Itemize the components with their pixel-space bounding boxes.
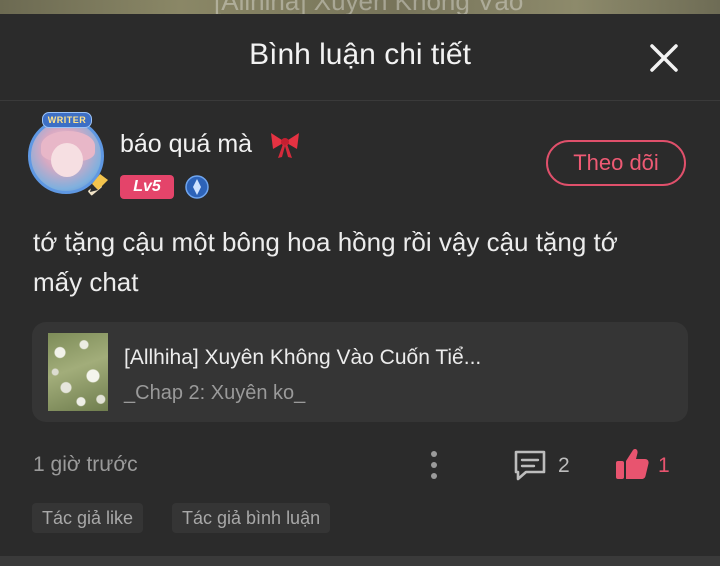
story-title: [Allhiha] Xuyên Không Vào Cuốn Tiể... [124,346,482,369]
level-badge: Lv5 [120,175,174,199]
page-title: Bình luận chi tiết [249,38,471,71]
follow-button[interactable]: Theo dõi [546,140,686,186]
comment-text: tớ tặng cậu một bông hoa hồng rồi vậy cậ… [33,227,618,297]
bow-icon [271,133,299,158]
close-button[interactable] [644,38,684,78]
background-story-title: [Allhiha] Xuyên Không Vào [214,0,523,14]
like-count: 1 [658,454,670,477]
close-icon [650,44,678,72]
sheet-header: Bình luận chi tiết [0,14,720,101]
background-content-strip: [Allhiha] Xuyên Không Vào [0,0,720,14]
bottom-divider [0,556,720,566]
reply-button[interactable]: 2 [512,448,574,482]
author-replied-tag: Tác giả bình luận [172,503,331,533]
more-options-button[interactable] [422,448,446,482]
reply-count: 2 [558,454,570,477]
comment-timestamp: 1 giờ trước [33,453,138,476]
author-liked-tag: Tác giả like [32,503,144,533]
like-button[interactable]: 1 [614,446,674,482]
more-vertical-icon [431,451,437,479]
story-thumbnail [48,333,108,411]
avatar-frame-badge: WRITER [42,112,92,128]
thumbs-up-icon [616,449,649,479]
chapter-name: _Chap 2: Xuyên ko_ [124,382,306,404]
comment-icon [514,450,546,481]
username[interactable]: báo quá mà [120,130,252,159]
avatar[interactable]: WRITER [24,112,110,198]
chapter-card[interactable]: [Allhiha] Xuyên Không Vào Cuốn Tiể... _C… [32,322,688,422]
pencil-icon [88,174,108,196]
rank-badge-icon [185,175,209,199]
